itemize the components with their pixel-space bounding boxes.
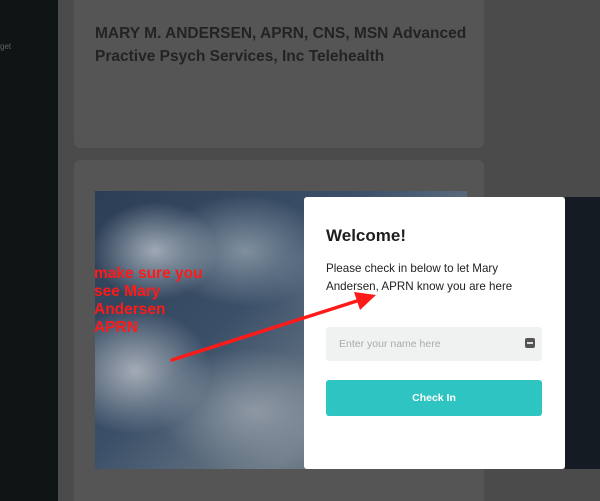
left-sidebar: get: [0, 0, 58, 501]
check-in-button[interactable]: Check In: [326, 380, 542, 416]
sidebar-text-fragment: get: [0, 42, 12, 51]
dark-side-panel: [565, 197, 600, 469]
modal-message: Please check in below to let Mary Anders…: [326, 262, 513, 293]
name-input[interactable]: [326, 327, 542, 361]
name-input-container: [326, 327, 542, 361]
password-manager-icon[interactable]: [525, 338, 535, 348]
provider-title: MARY M. ANDERSEN, APRN, CNS, MSN Advance…: [95, 25, 467, 65]
welcome-modal: Welcome! Please check in below to let Ma…: [304, 197, 565, 469]
modal-title: Welcome!: [326, 226, 406, 245]
annotation-text: make sure you see Mary Andersen APRN: [94, 265, 203, 336]
